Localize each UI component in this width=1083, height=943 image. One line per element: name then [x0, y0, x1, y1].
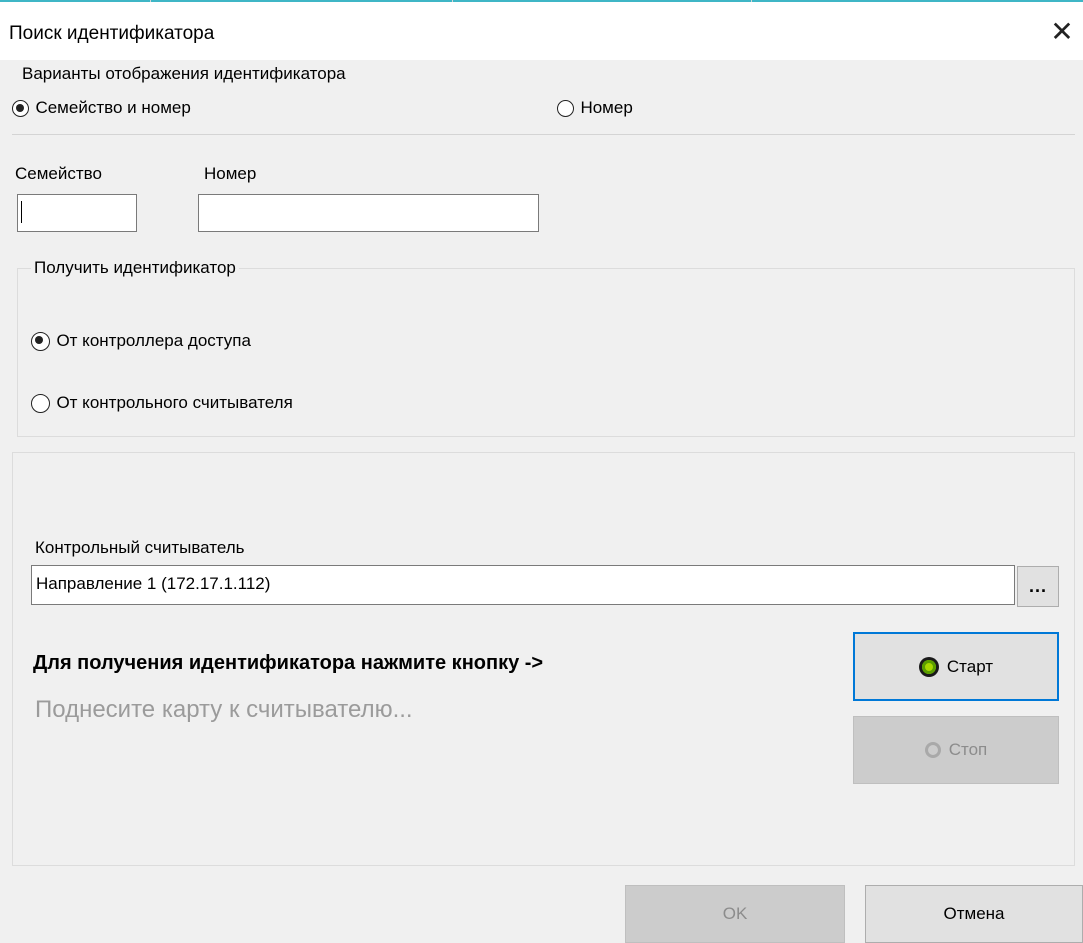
close-icon[interactable]: ✕ — [1048, 18, 1076, 46]
family-input[interactable] — [17, 194, 137, 232]
radio-family-and-number-label: Семейство и номер — [35, 98, 191, 117]
stop-button[interactable]: Стоп — [853, 716, 1059, 784]
radio-checked-icon[interactable] — [12, 99, 29, 117]
radio-unchecked-icon[interactable] — [31, 393, 50, 413]
stop-indicator-icon — [924, 742, 941, 758]
stop-button-label: Стоп — [948, 740, 988, 759]
reader-field[interactable]: Направление 1 (172.17.1.112) — [31, 565, 1015, 605]
number-label: Номер — [204, 164, 257, 183]
radio-number-only-label: Номер — [580, 98, 633, 117]
cancel-button[interactable]: Отмена — [865, 885, 1083, 943]
section-divider — [12, 134, 1075, 135]
radio-family-and-number[interactable]: Семейство и номер — [12, 98, 191, 118]
radio-unchecked-icon[interactable] — [557, 99, 574, 117]
title-bar: Поиск идентификатора ✕ — [0, 2, 1083, 60]
radio-from-controller[interactable]: От контроллера доступа — [31, 331, 251, 351]
text-caret — [21, 201, 22, 223]
start-button-label: Старт — [946, 656, 994, 676]
reader-field-value: Направление 1 (172.17.1.112) — [36, 574, 271, 593]
ok-button[interactable]: OK — [625, 885, 845, 943]
start-indicator-icon — [918, 656, 939, 677]
radio-number-only[interactable]: Номер — [557, 98, 633, 118]
source-group-legend: Получить идентификатор — [31, 258, 239, 278]
radio-from-controller-label: От контроллера доступа — [56, 331, 251, 350]
radio-checked-icon[interactable] — [31, 331, 50, 351]
number-input[interactable] — [198, 194, 539, 232]
display-options-legend: Варианты отображения идентификатора — [22, 64, 346, 83]
radio-from-reader-label: От контрольного считывателя — [56, 393, 293, 412]
instruction-present-card: Поднесите карту к считывателю... — [35, 696, 413, 723]
reader-label: Контрольный считыватель — [35, 538, 245, 557]
instruction-press-button: Для получения идентификатора нажмите кно… — [33, 652, 544, 674]
browse-reader-button[interactable]: ... — [1017, 566, 1059, 607]
radio-from-reader[interactable]: От контрольного считывателя — [31, 393, 293, 413]
family-label: Семейство — [15, 164, 102, 183]
start-button[interactable]: Старт — [853, 632, 1059, 701]
window-title: Поиск идентификатора — [9, 23, 215, 44]
